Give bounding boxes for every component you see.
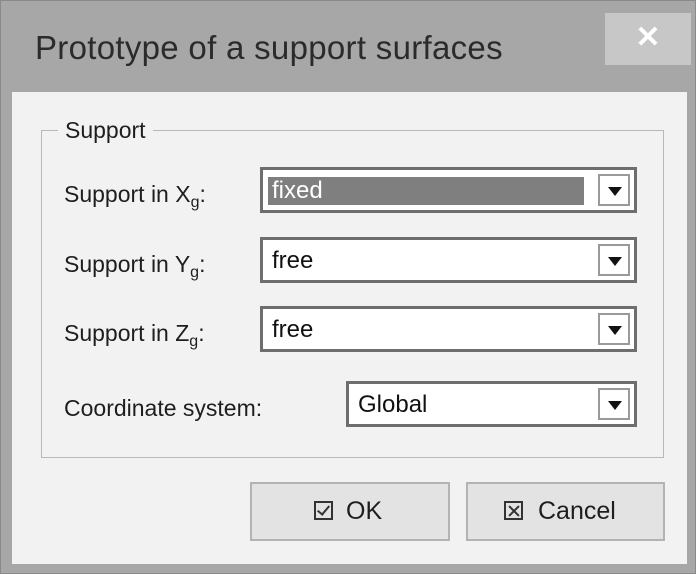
support-x-label: Support in Xg:: [64, 181, 206, 211]
coordinate-system-label: Coordinate system:: [64, 395, 263, 421]
support-y-label: Support in Yg:: [64, 251, 206, 281]
cancel-button[interactable]: Cancel: [466, 482, 665, 541]
chevron-down-icon[interactable]: [598, 388, 630, 420]
support-z-dropdown[interactable]: free: [260, 306, 637, 352]
window-title: Prototype of a support surfaces: [35, 29, 503, 66]
title-bar[interactable]: Prototype of a support surfaces ✕: [1, 1, 695, 91]
support-y-value: free: [272, 247, 314, 274]
support-group-label: Support: [58, 117, 153, 144]
chevron-down-icon[interactable]: [598, 174, 630, 206]
coordinate-system-value: Global: [358, 391, 428, 418]
ok-button-label: OK: [346, 497, 383, 525]
checkbox-check-icon: [314, 501, 333, 520]
checkbox-x-icon: [504, 501, 523, 520]
support-x-dropdown[interactable]: fixed: [260, 167, 637, 213]
chevron-down-icon[interactable]: [598, 313, 630, 345]
dialog-body: Support Support in Xg: fixed Support in …: [12, 92, 687, 564]
ok-button[interactable]: OK: [250, 482, 450, 541]
dialog-window: Prototype of a support surfaces ✕ Suppor…: [0, 0, 696, 574]
chevron-down-icon[interactable]: [598, 244, 630, 276]
support-x-value: fixed: [268, 177, 584, 205]
support-z-label: Support in Zg:: [64, 320, 205, 350]
coordinate-system-dropdown[interactable]: Global: [346, 381, 637, 427]
support-z-value: free: [272, 316, 314, 343]
close-button[interactable]: ✕: [605, 13, 691, 65]
support-y-dropdown[interactable]: free: [260, 237, 637, 283]
cancel-button-label: Cancel: [538, 497, 616, 525]
